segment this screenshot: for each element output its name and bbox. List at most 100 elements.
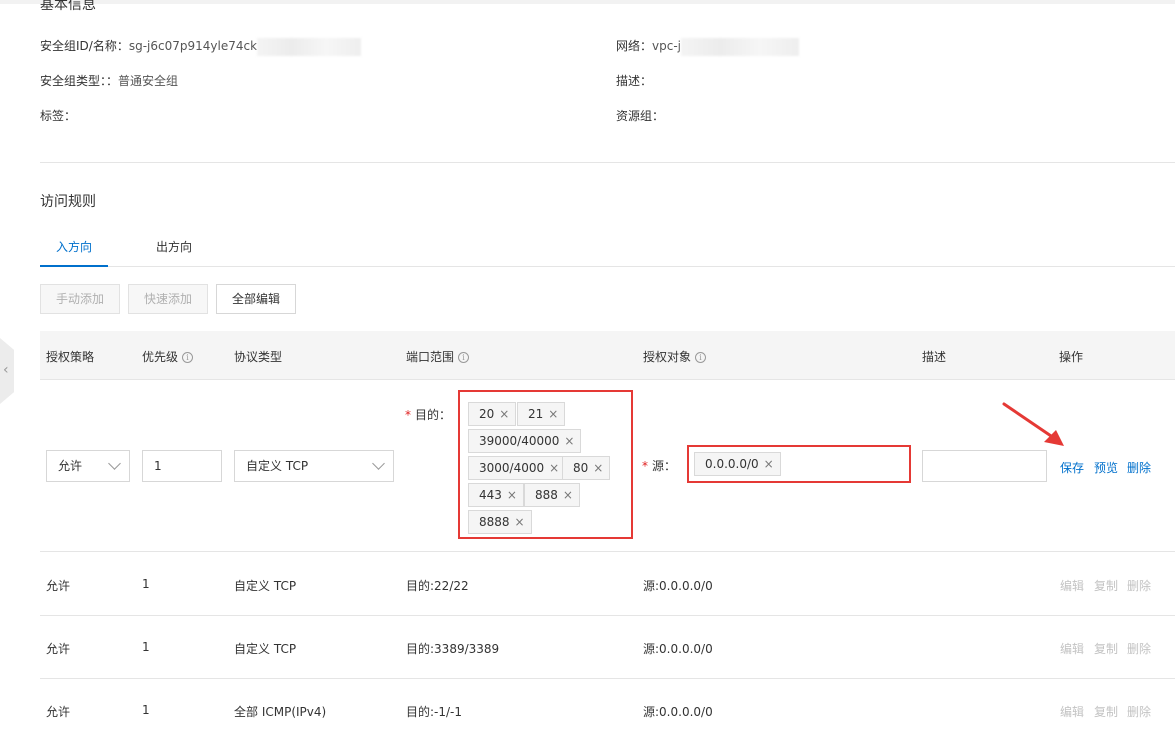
header-description: 描述 bbox=[922, 350, 947, 364]
row-priority: 1 bbox=[142, 640, 150, 654]
network-label: 网络： bbox=[616, 39, 653, 53]
chevron-down-icon bbox=[372, 457, 385, 470]
port-tags-input[interactable]: 20 × 21 × 39000/40000 × 3000/4000 × 80 × 443 ×… bbox=[458, 390, 633, 539]
copy-link[interactable]: 复制 bbox=[1094, 640, 1118, 657]
row-policy: 允许 bbox=[46, 642, 71, 656]
close-icon[interactable]: × bbox=[593, 461, 603, 475]
close-icon[interactable]: × bbox=[499, 407, 509, 421]
direction-tabs: 入方向 出方向 bbox=[40, 232, 1175, 267]
dest-label-wrap: * 目的： bbox=[405, 406, 451, 423]
close-icon[interactable]: × bbox=[549, 461, 559, 475]
row-port: 目的:-1/-1 bbox=[406, 705, 463, 719]
table-row: 允许 1 全部 ICMP(IPv4) 目的:-1/-1 源:0.0.0.0/0 … bbox=[40, 679, 1175, 730]
row-source: 源:0.0.0.0/0 bbox=[643, 579, 713, 593]
port-tag: 888 × bbox=[524, 483, 580, 507]
network-value: vpc-j bbox=[652, 39, 681, 53]
top-border bbox=[0, 0, 1175, 4]
description-input[interactable] bbox=[922, 450, 1047, 482]
edit-link[interactable]: 编辑 bbox=[1060, 577, 1084, 594]
required-mark: * bbox=[405, 408, 411, 422]
table-header: 授权策略 优先级 i 协议类型 端口范围 i 授权对象 i 描述 操作 bbox=[40, 331, 1175, 380]
row-protocol: 自定义 TCP bbox=[234, 642, 297, 656]
basic-info-title: 基本信息 bbox=[40, 0, 96, 13]
table-row: 允许 1 自定义 TCP 目的:22/22 源:0.0.0.0/0 编辑 复制 … bbox=[40, 553, 1175, 616]
collapse-sidebar-handle[interactable]: ‹ bbox=[0, 338, 14, 404]
edit-link[interactable]: 编辑 bbox=[1060, 703, 1084, 720]
port-tag: 8888 × bbox=[468, 510, 532, 534]
row-source: 源:0.0.0.0/0 bbox=[643, 705, 713, 719]
port-tag: 443 × bbox=[468, 483, 524, 507]
resource-group-label: 资源组： bbox=[616, 109, 665, 123]
close-icon[interactable]: × bbox=[548, 407, 558, 421]
protocol-select-value: 自定义 TCP bbox=[246, 459, 309, 473]
access-rules-title: 访问规则 bbox=[40, 194, 96, 210]
tab-outbound[interactable]: 出方向 bbox=[140, 232, 208, 267]
info-icon[interactable]: i bbox=[182, 352, 194, 363]
protocol-select[interactable]: 自定义 TCP bbox=[234, 450, 394, 482]
port-tag: 80 × bbox=[562, 456, 611, 480]
source-tag: 0.0.0.0/0 × bbox=[694, 452, 781, 476]
header-port-range-wrap: 端口范围 i bbox=[406, 348, 470, 365]
info-icon[interactable]: i bbox=[695, 352, 707, 363]
edit-link[interactable]: 编辑 bbox=[1060, 640, 1084, 657]
manual-add-button[interactable]: 手动添加 bbox=[40, 284, 120, 314]
copy-link[interactable]: 复制 bbox=[1094, 703, 1118, 720]
group-type-label: 安全组类型：： bbox=[40, 74, 119, 88]
edit-all-button[interactable]: 全部编辑 bbox=[216, 284, 296, 314]
port-tag: 20 × bbox=[468, 402, 517, 426]
group-type-value: 普通安全组 bbox=[118, 74, 179, 88]
tab-inbound[interactable]: 入方向 bbox=[40, 232, 108, 267]
delete-link[interactable]: 删除 bbox=[1127, 640, 1151, 657]
group-id-row: 安全组ID/名称：sg-j6c07p914yle74ck bbox=[40, 37, 362, 56]
group-id-value: sg-j6c07p914yle74ck bbox=[128, 39, 258, 53]
close-icon[interactable]: × bbox=[564, 434, 574, 448]
network-row: 网络：vpc-j bbox=[616, 37, 799, 56]
port-tag: 3000/4000 × bbox=[468, 456, 567, 480]
info-icon[interactable]: i bbox=[458, 352, 470, 363]
chevron-down-icon bbox=[108, 457, 121, 470]
required-mark: * bbox=[642, 459, 648, 473]
header-priority: 优先级 bbox=[142, 350, 179, 364]
row-source: 源:0.0.0.0/0 bbox=[643, 642, 713, 656]
header-policy: 授权策略 bbox=[46, 350, 95, 364]
header-action: 操作 bbox=[1059, 350, 1084, 364]
close-icon[interactable]: × bbox=[507, 488, 517, 502]
row-port: 目的:3389/3389 bbox=[406, 642, 500, 656]
section-divider bbox=[40, 162, 1175, 163]
description-label: 描述： bbox=[616, 74, 653, 88]
port-tag: 39000/40000 × bbox=[468, 429, 582, 453]
delete-link[interactable]: 删除 bbox=[1127, 459, 1151, 476]
row-port: 目的:22/22 bbox=[406, 579, 469, 593]
port-tag: 21 × bbox=[517, 402, 566, 426]
close-icon[interactable]: × bbox=[515, 515, 525, 529]
row-priority: 1 bbox=[142, 577, 150, 591]
priority-input[interactable]: 1 bbox=[142, 450, 222, 482]
header-auth-object-wrap: 授权对象 i bbox=[643, 348, 707, 365]
source-label: 源： bbox=[652, 459, 677, 473]
row-protocol: 自定义 TCP bbox=[234, 579, 297, 593]
table-row: 允许 1 自定义 TCP 目的:3389/3389 源:0.0.0.0/0 编辑… bbox=[40, 616, 1175, 679]
row-protocol: 全部 ICMP(IPv4) bbox=[234, 705, 327, 719]
group-id-label: 安全组ID/名称： bbox=[40, 39, 129, 53]
header-priority-wrap: 优先级 i bbox=[142, 348, 194, 365]
close-icon[interactable]: × bbox=[563, 488, 573, 502]
source-tags-input[interactable]: 0.0.0.0/0 × bbox=[687, 445, 911, 483]
tags-label: 标签： bbox=[40, 109, 77, 123]
copy-link[interactable]: 复制 bbox=[1094, 577, 1118, 594]
redacted-blur bbox=[681, 37, 799, 56]
close-icon[interactable]: × bbox=[764, 457, 774, 471]
group-type-row: 安全组类型：：普通安全组 bbox=[40, 72, 178, 89]
preview-link[interactable]: 预览 bbox=[1094, 459, 1118, 476]
save-link[interactable]: 保存 bbox=[1060, 459, 1084, 476]
quick-add-button[interactable]: 快速添加 bbox=[128, 284, 208, 314]
delete-link[interactable]: 删除 bbox=[1127, 577, 1151, 594]
row-policy: 允许 bbox=[46, 579, 71, 593]
policy-select-value: 允许 bbox=[58, 459, 83, 473]
policy-select[interactable]: 允许 bbox=[46, 450, 130, 482]
annotation-arrow bbox=[1002, 402, 1064, 446]
row-policy: 允许 bbox=[46, 705, 71, 719]
header-auth-object: 授权对象 bbox=[643, 350, 692, 364]
dest-label: 目的： bbox=[415, 408, 452, 422]
delete-link[interactable]: 删除 bbox=[1127, 703, 1151, 720]
redacted-blur bbox=[257, 37, 362, 56]
